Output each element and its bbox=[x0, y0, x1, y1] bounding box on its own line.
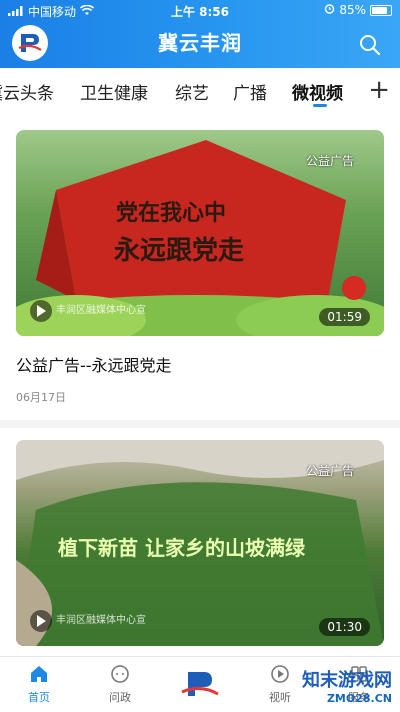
video-date: 06月17日 bbox=[16, 391, 66, 404]
nav-home[interactable]: 首页 bbox=[14, 663, 64, 705]
play-icon[interactable] bbox=[30, 610, 52, 632]
slogan-line-2: 永远跟党走 bbox=[114, 236, 245, 266]
site-watermark-name: 知末游戏网 bbox=[302, 670, 392, 691]
slogan-line-1: 党在我心中 bbox=[116, 201, 227, 226]
site-watermark: 知末游戏网 ZMO28.CN bbox=[302, 666, 392, 705]
tab-variety[interactable]: 综艺 bbox=[175, 79, 209, 104]
video-title[interactable]: 公益广告--永远跟党走 bbox=[16, 352, 172, 376]
nav-inquiry-label: 问政 bbox=[109, 691, 131, 704]
video-duration: 01:30 bbox=[319, 618, 370, 636]
tab-micro-video[interactable]: 微视频 bbox=[292, 79, 343, 104]
video-card-1-thumbnail[interactable]: 公益广告 党在我心中 永远跟党走 丰润区融媒体中心宣 01:59 bbox=[16, 130, 384, 336]
video-watermark: 丰润区融媒体中心宣 bbox=[56, 305, 146, 316]
tab-jiyun-headlines[interactable]: 冀云头条 bbox=[0, 79, 54, 104]
play-icon[interactable] bbox=[30, 300, 52, 322]
battery-percent: 85% bbox=[339, 3, 366, 17]
ad-label: 公益广告 bbox=[305, 154, 354, 168]
site-watermark-url: ZMO28.CN bbox=[326, 692, 392, 705]
app-title: 冀云丰润 bbox=[158, 31, 242, 55]
app-header: 中国移动 上午 8:56 85% 冀云丰润 bbox=[0, 0, 400, 68]
ad-label: 公益广告 bbox=[305, 464, 354, 478]
video-duration: 01:59 bbox=[319, 308, 370, 326]
nav-audio-video[interactable]: 视听 bbox=[255, 663, 305, 705]
play-icon bbox=[269, 663, 291, 685]
add-channel-button[interactable]: + bbox=[368, 75, 390, 105]
battery-icon bbox=[370, 4, 392, 16]
section-divider bbox=[0, 420, 400, 428]
status-bar: 中国移动 上午 8:56 85% bbox=[0, 0, 400, 22]
center-logo-button[interactable] bbox=[178, 666, 222, 702]
video-card-2-thumbnail[interactable]: 公益广告 植下新苗 让家乡的山坡满绿 丰润区融媒体中心宣 01:30 bbox=[16, 440, 384, 646]
nav-audio-video-label: 视听 bbox=[269, 691, 291, 704]
channel-tabs: 冀云头条 卫生健康 综艺 广播 微视频 bbox=[0, 68, 400, 112]
nav-home-label: 首页 bbox=[28, 691, 50, 704]
video-slogan: 植下新苗 让家乡的山坡满绿 bbox=[58, 536, 305, 560]
chat-icon bbox=[109, 663, 131, 685]
tab-health[interactable]: 卫生健康 bbox=[80, 79, 148, 104]
alarm-icon bbox=[324, 3, 335, 17]
nav-inquiry[interactable]: 问政 bbox=[95, 663, 145, 705]
home-icon bbox=[28, 663, 50, 685]
search-icon[interactable] bbox=[358, 33, 382, 57]
video-watermark: 丰润区融媒体中心宣 bbox=[56, 615, 146, 626]
tab-radio[interactable]: 广播 bbox=[233, 79, 267, 104]
active-tab-indicator bbox=[313, 104, 327, 107]
